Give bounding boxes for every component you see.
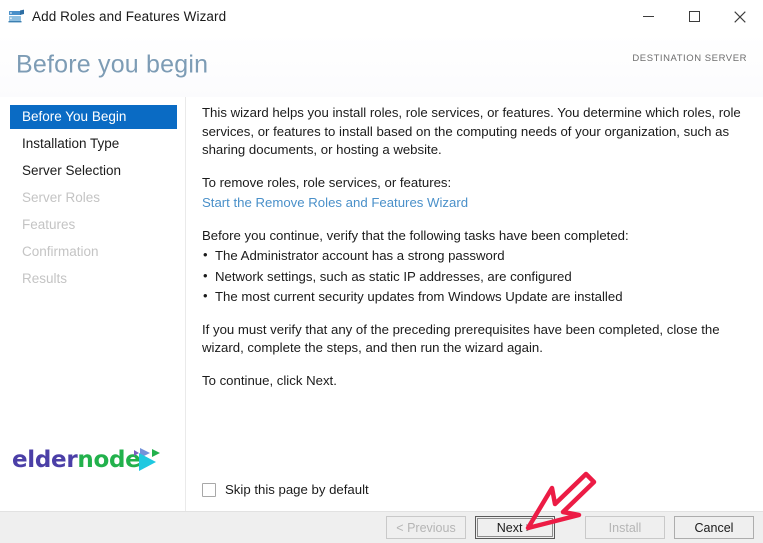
window-controls [625, 0, 763, 33]
verify-prompt: Before you continue, verify that the fol… [202, 227, 629, 243]
title-bar: Add Roles and Features Wizard [0, 0, 763, 33]
rerun-note: If you must verify that any of the prece… [202, 321, 720, 356]
sidebar-item-label: Confirmation [22, 244, 99, 259]
sidebar-item-label: Installation Type [22, 136, 120, 151]
sidebar-item-label: Before You Begin [22, 109, 127, 124]
sidebar-item-confirmation: Confirmation [10, 240, 185, 264]
wizard-window: Add Roles and Features Wizard Before you… [0, 0, 763, 543]
sidebar-item-results: Results [10, 267, 185, 291]
cancel-button[interactable]: Cancel [674, 516, 754, 539]
sidebar-item-label: Features [22, 217, 76, 232]
list-item: The Administrator account has a strong p… [202, 246, 747, 266]
skip-page-checkbox[interactable] [202, 482, 216, 497]
close-button[interactable] [717, 0, 763, 33]
list-item: The most current security updates from W… [202, 287, 747, 307]
wizard-footer: < Previous Next > Install Cancel [0, 511, 763, 543]
window-title: Add Roles and Features Wizard [32, 9, 227, 24]
list-item: Network settings, such as static IP addr… [202, 267, 747, 287]
maximize-button[interactable] [671, 0, 717, 33]
sidebar-item-server-roles: Server Roles [10, 186, 185, 210]
prerequisite-list: The Administrator account has a strong p… [202, 246, 747, 307]
intro-paragraph: This wizard helps you install roles, rol… [202, 105, 741, 157]
sidebar-item-before-you-begin[interactable]: Before You Begin [10, 105, 177, 129]
skip-page-checkbox-row[interactable]: Skip this page by default [202, 481, 369, 500]
skip-page-checkbox-label: Skip this page by default [225, 481, 369, 497]
previous-button: < Previous [386, 516, 466, 539]
sidebar-item-label: Server Roles [22, 190, 101, 205]
sidebar-item-installation-type[interactable]: Installation Type [10, 132, 185, 156]
remove-roles-wizard-link[interactable]: Start the Remove Roles and Features Wiza… [202, 195, 468, 210]
sidebar-item-label: Server Selection [22, 163, 122, 178]
sidebar-item-features: Features [10, 213, 185, 237]
remove-prompt: To remove roles, role services, or featu… [202, 174, 452, 190]
server-wizard-icon [8, 9, 25, 24]
wizard-body: Before You Begin Installation Type Serve… [0, 97, 763, 511]
minimize-button[interactable] [625, 0, 671, 33]
page-title: Before you begin [16, 50, 209, 79]
wizard-content: This wizard helps you install roles, rol… [186, 97, 763, 511]
wizard-header: Before you begin DESTINATION SERVER [0, 33, 763, 97]
wizard-steps-nav: Before You Begin Installation Type Serve… [0, 97, 186, 511]
continue-note: To continue, click Next. [202, 372, 337, 388]
install-button: Install [585, 516, 665, 539]
next-button[interactable]: Next > [475, 516, 555, 539]
destination-server-label: DESTINATION SERVER [632, 53, 747, 64]
sidebar-item-label: Results [22, 271, 68, 286]
sidebar-item-server-selection[interactable]: Server Selection [10, 159, 185, 183]
